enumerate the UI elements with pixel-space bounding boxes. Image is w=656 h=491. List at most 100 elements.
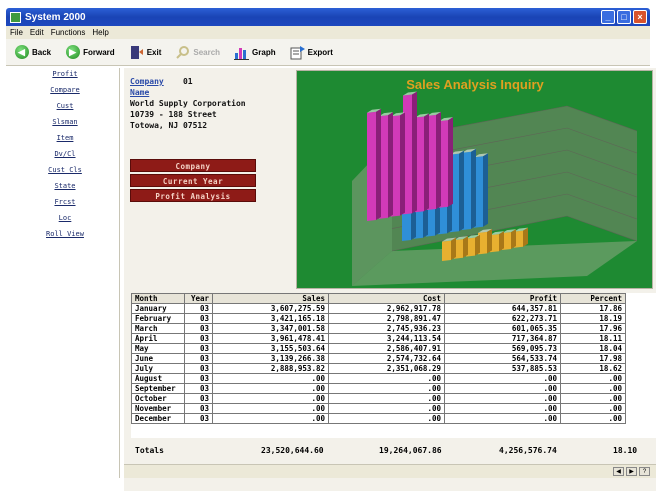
menu-functions[interactable]: Functions	[51, 28, 86, 37]
menu-file[interactable]: File	[10, 28, 23, 37]
cell-sales[interactable]: .00	[212, 373, 329, 384]
menu-help[interactable]: Help	[92, 28, 108, 37]
cell-month[interactable]: October	[131, 393, 185, 404]
cell-profit[interactable]: .00	[444, 413, 561, 424]
cell-year[interactable]: 03	[184, 333, 213, 344]
exit-button[interactable]: Exit	[129, 45, 161, 60]
cell-profit[interactable]: 717,364.87	[444, 333, 561, 344]
export-button[interactable]: Export	[290, 45, 333, 60]
cell-profit[interactable]: .00	[444, 403, 561, 414]
sidebar-item-item[interactable]: Item	[10, 134, 120, 142]
sidebar-item-compare[interactable]: Compare	[10, 86, 120, 94]
sidebar-item-cust[interactable]: Cust	[10, 102, 120, 110]
sidebar-item-profit[interactable]: Profit	[10, 70, 120, 78]
cell-cost[interactable]: 2,586,407.91	[328, 343, 445, 354]
sidebar-item-frcst[interactable]: Frcst	[10, 198, 120, 206]
cell-month[interactable]: January	[131, 303, 185, 314]
sidebar-item-slsman[interactable]: Slsman	[10, 118, 120, 126]
sidebar-item-dvcl[interactable]: Dv/Cl	[10, 150, 120, 158]
cell-sales[interactable]: 3,607,275.59	[212, 303, 329, 314]
cell-cost[interactable]: .00	[328, 413, 445, 424]
cell-cost[interactable]: 3,244,113.54	[328, 333, 445, 344]
close-button[interactable]: ×	[633, 10, 647, 24]
cell-month[interactable]: November	[131, 403, 185, 414]
cell-percent[interactable]: .00	[560, 403, 626, 414]
cell-year[interactable]: 03	[184, 393, 213, 404]
cell-sales[interactable]: .00	[212, 393, 329, 404]
cell-profit[interactable]: 622,273.71	[444, 313, 561, 324]
cell-year[interactable]: 03	[184, 383, 213, 394]
cell-year[interactable]: 03	[184, 353, 213, 364]
cell-cost[interactable]: .00	[328, 383, 445, 394]
cell-month[interactable]: December	[131, 413, 185, 424]
cell-percent[interactable]: .00	[560, 413, 626, 424]
back-button[interactable]: ◀ Back	[14, 45, 51, 60]
sidebar-item-state[interactable]: State	[10, 182, 120, 190]
profit-analysis-button[interactable]: Profit Analysis	[130, 189, 256, 202]
cell-year[interactable]: 03	[184, 373, 213, 384]
cell-month[interactable]: February	[131, 313, 185, 324]
cell-cost[interactable]: .00	[328, 403, 445, 414]
cell-sales[interactable]: 2,888,953.82	[212, 363, 329, 374]
graph-button[interactable]: Graph	[234, 45, 276, 60]
company-link[interactable]: Company	[130, 77, 164, 86]
cell-sales[interactable]: 3,421,165.18	[212, 313, 329, 324]
cell-cost[interactable]: 2,962,917.78	[328, 303, 445, 314]
cell-percent[interactable]: 17.98	[560, 353, 626, 364]
cell-sales[interactable]: .00	[212, 403, 329, 414]
cell-cost[interactable]: 2,574,732.64	[328, 353, 445, 364]
maximize-button[interactable]: □	[617, 10, 631, 24]
help-button[interactable]: ?	[639, 467, 650, 476]
cell-year[interactable]: 03	[184, 303, 213, 314]
search-button[interactable]: Search	[175, 45, 220, 60]
name-link[interactable]: Name	[130, 88, 149, 97]
cell-profit[interactable]: 569,095.73	[444, 343, 561, 354]
sidebar-item-cust-cls[interactable]: Cust Cls	[10, 166, 120, 174]
cell-year[interactable]: 03	[184, 363, 213, 374]
cell-month[interactable]: June	[131, 353, 185, 364]
current-year-button[interactable]: Current Year	[130, 174, 256, 187]
cell-sales[interactable]: 3,139,266.38	[212, 353, 329, 364]
cell-percent[interactable]: .00	[560, 393, 626, 404]
sidebar-item-loc[interactable]: Loc	[10, 214, 120, 222]
cell-month[interactable]: May	[131, 343, 185, 354]
cell-percent[interactable]: 17.86	[560, 303, 626, 314]
cell-year[interactable]: 03	[184, 403, 213, 414]
sidebar-item-roll-view[interactable]: Roll View	[10, 230, 120, 238]
cell-year[interactable]: 03	[184, 323, 213, 334]
cell-percent[interactable]: 18.11	[560, 333, 626, 344]
cell-sales[interactable]: .00	[212, 383, 329, 394]
cell-month[interactable]: July	[131, 363, 185, 374]
cell-percent[interactable]: .00	[560, 373, 626, 384]
cell-cost[interactable]: 2,351,068.29	[328, 363, 445, 374]
minimize-button[interactable]: _	[601, 10, 615, 24]
cell-percent[interactable]: 18.04	[560, 343, 626, 354]
scroll-right-button[interactable]: ▶	[626, 467, 637, 476]
cell-profit[interactable]: .00	[444, 393, 561, 404]
menu-edit[interactable]: Edit	[30, 28, 44, 37]
cell-year[interactable]: 03	[184, 313, 213, 324]
cell-percent[interactable]: 18.19	[560, 313, 626, 324]
cell-month[interactable]: April	[131, 333, 185, 344]
scroll-left-button[interactable]: ◀	[613, 467, 624, 476]
cell-month[interactable]: March	[131, 323, 185, 334]
cell-sales[interactable]: .00	[212, 413, 329, 424]
cell-cost[interactable]: .00	[328, 393, 445, 404]
cell-cost[interactable]: 2,745,936.23	[328, 323, 445, 334]
cell-percent[interactable]: 18.62	[560, 363, 626, 374]
cell-year[interactable]: 03	[184, 343, 213, 354]
cell-percent[interactable]: 17.96	[560, 323, 626, 334]
cell-cost[interactable]: 2,798,891.47	[328, 313, 445, 324]
cell-sales[interactable]: 3,155,503.64	[212, 343, 329, 354]
company-button[interactable]: Company	[130, 159, 256, 172]
cell-month[interactable]: September	[131, 383, 185, 394]
cell-month[interactable]: August	[131, 373, 185, 384]
cell-profit[interactable]: .00	[444, 383, 561, 394]
cell-year[interactable]: 03	[184, 413, 213, 424]
forward-button[interactable]: ▶ Forward	[65, 45, 115, 60]
cell-profit[interactable]: 644,357.81	[444, 303, 561, 314]
cell-profit[interactable]: 601,065.35	[444, 323, 561, 334]
cell-profit[interactable]: .00	[444, 373, 561, 384]
cell-sales[interactable]: 3,961,478.41	[212, 333, 329, 344]
cell-sales[interactable]: 3,347,001.58	[212, 323, 329, 334]
